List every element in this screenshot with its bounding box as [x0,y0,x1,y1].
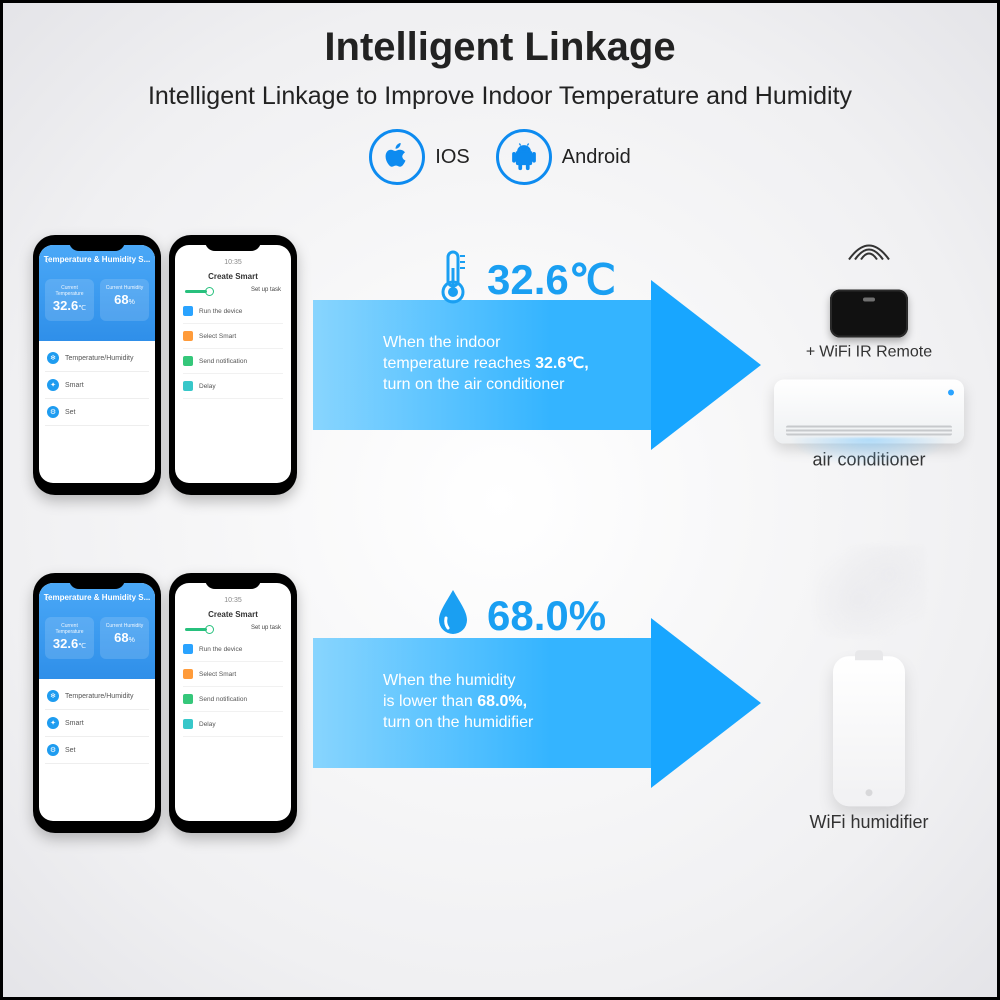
app-screenshot-sensor: ‹ Temperature & Humidity S... Current Te… [33,235,161,495]
app-screenshot-automation: 10:35 Create Smart Set up task Run the d… [169,573,297,833]
ios-label: IOS [435,146,469,169]
list-item: Run the device [183,299,283,324]
app-title: Temperature & Humidity S... [39,593,155,602]
apple-icon [369,129,425,185]
app-screenshot-sensor: ‹ Temperature & Humidity S... Current Te… [33,573,161,833]
os-support-row: IOS Android [3,129,997,185]
setup-task-label: Set up task [251,625,281,631]
device-column: + WiFi IR Remote air conditioner [759,260,979,471]
list-item: ✦Smart [45,372,149,399]
page-title: Intelligent Linkage [3,25,997,70]
list-item: Select Smart [183,324,283,349]
scenario-humidity-row: ‹ Temperature & Humidity S... Current Te… [3,553,997,853]
ios-item: IOS [369,129,469,185]
list-item: Send notification [183,687,283,712]
scenario-temperature-row: ‹ Temperature & Humidity S... Current Te… [3,215,997,515]
android-item: Android [496,129,631,185]
list-item: ❄Temperature/Humidity [45,683,149,710]
humidifier-label: WiFi humidifier [809,812,928,833]
list-item: Send notification [183,349,283,374]
list-item: Run the device [183,637,283,662]
plus-icon: + [806,344,815,362]
temperature-threshold-value: 32.6℃ [487,255,616,304]
app-title: Create Smart [175,272,291,281]
page-subtitle: Intelligent Linkage to Improve Indoor Te… [3,82,997,111]
droplet-icon [433,588,473,643]
air-conditioner-device [774,380,964,444]
humidity-card: Current Humidity 68% [100,279,149,321]
phone-mockups: ‹ Temperature & Humidity S... Current Te… [33,573,297,833]
arrow-right-icon: 32.6℃ When the indoor temperature reache… [313,280,763,450]
list-item: ⚙Set [45,737,149,764]
list-item: ✦Smart [45,710,149,737]
temperature-card: Current Temperature 32.6℃ [45,279,94,321]
phone-mockups: ‹ Temperature & Humidity S... Current Te… [33,235,297,495]
setup-task-label: Set up task [251,287,281,293]
mist-icon [814,546,924,636]
android-icon [496,129,552,185]
app-title: Create Smart [175,610,291,619]
thermometer-icon [433,250,473,309]
temperature-card: Current Temperature 32.6℃ [45,617,94,659]
device-column: WiFi humidifier [759,616,979,833]
humidifier-device [833,656,905,806]
scenario-description: When the humidity is lower than 68.0%, t… [383,670,653,733]
app-title: Temperature & Humidity S... [39,255,155,264]
list-item: ⚙Set [45,399,149,426]
humidity-card: Current Humidity 68% [100,617,149,659]
list-item: Delay [183,712,283,737]
humidity-threshold-value: 68.0% [487,592,606,640]
list-item: Delay [183,374,283,399]
android-label: Android [562,146,631,169]
arrow-right-icon: 68.0% When the humidity is lower than 68… [313,618,763,788]
scenario-description: When the indoor temperature reaches 32.6… [383,332,653,395]
app-screenshot-automation: 10:35 Create Smart Set up task Run the d… [169,235,297,495]
ir-remote-label: WiFi IR Remote [819,344,932,362]
wifi-signal-icon [839,238,899,269]
list-item: ❄Temperature/Humidity [45,345,149,372]
ir-remote-device [830,290,908,338]
list-item: Select Smart [183,662,283,687]
